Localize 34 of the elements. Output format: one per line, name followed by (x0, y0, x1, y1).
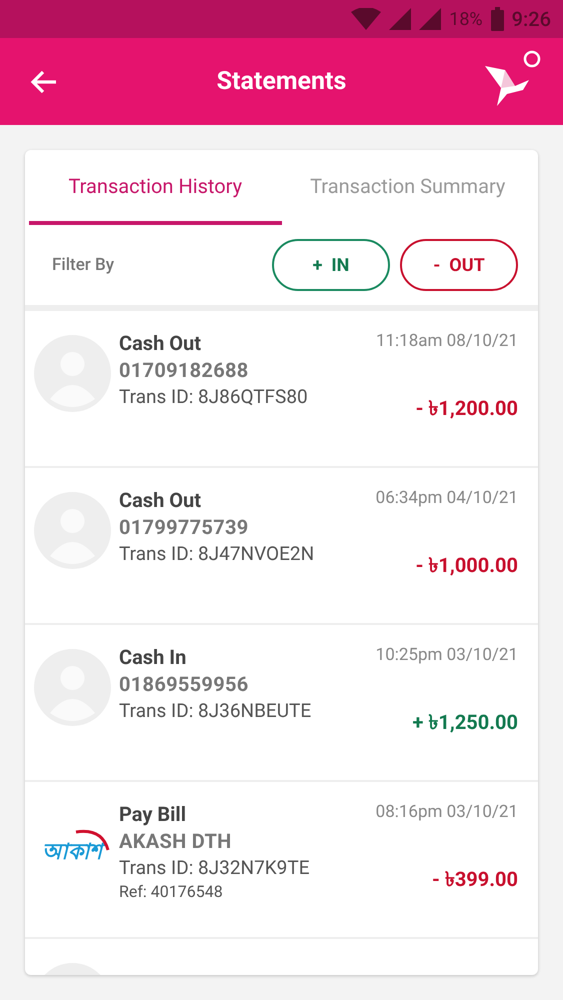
in-filter-button[interactable]: + IN (272, 239, 390, 291)
transaction-id: Trans ID: 8J32N7K9TE (119, 856, 310, 879)
page-title: Statements (216, 67, 348, 96)
tab[interactable]: Transaction History (29, 150, 282, 225)
filter-label: Filter By (52, 255, 116, 275)
reference-number: Ref: 40176548 (119, 882, 224, 901)
bird-logo-icon (483, 50, 541, 106)
transaction-type: Cash Out (119, 331, 202, 355)
transaction-party: AKASH DTH (119, 829, 233, 853)
transaction-id: Trans ID: 8J36NBEUTE (119, 699, 312, 722)
clock: 9:26 (512, 7, 551, 31)
transaction-amount: - ৳1,200.00 (416, 395, 518, 422)
transaction-party: 01869559956 (119, 672, 250, 696)
transaction-time: 11:18am 08/10/21 (376, 331, 518, 351)
signal-icon (419, 8, 442, 30)
signal-icon (389, 8, 412, 30)
transaction-party: 01709182688 (119, 358, 250, 382)
transaction-type: Cash In (119, 645, 188, 669)
transaction-amount: - ৳1,000.00 (416, 552, 518, 579)
out-filter-button[interactable]: - OUT (400, 239, 518, 291)
transaction-type: Pay Bill (119, 802, 188, 826)
transaction-type: Cash Out (119, 488, 202, 512)
wifi-icon (351, 8, 382, 30)
battery-percent: 18% (449, 8, 483, 30)
tab[interactable]: Transaction Summary (282, 150, 534, 225)
transaction-amount: - ৳399.00 (432, 866, 518, 893)
transaction-amount: + ৳1,250.00 (412, 709, 518, 736)
transaction-id: Trans ID: 8J47NVOE2N (119, 542, 316, 565)
transaction-party: 01799775739 (119, 515, 250, 539)
transaction-id: Trans ID: 8J86QTFS80 (119, 385, 309, 408)
transaction-time: 08:16pm 03/10/21 (376, 802, 518, 822)
transaction-time: 10:25pm 03/10/21 (376, 645, 518, 665)
transaction-time: 06:34pm 04/10/21 (376, 488, 518, 508)
battery-icon (490, 7, 504, 31)
